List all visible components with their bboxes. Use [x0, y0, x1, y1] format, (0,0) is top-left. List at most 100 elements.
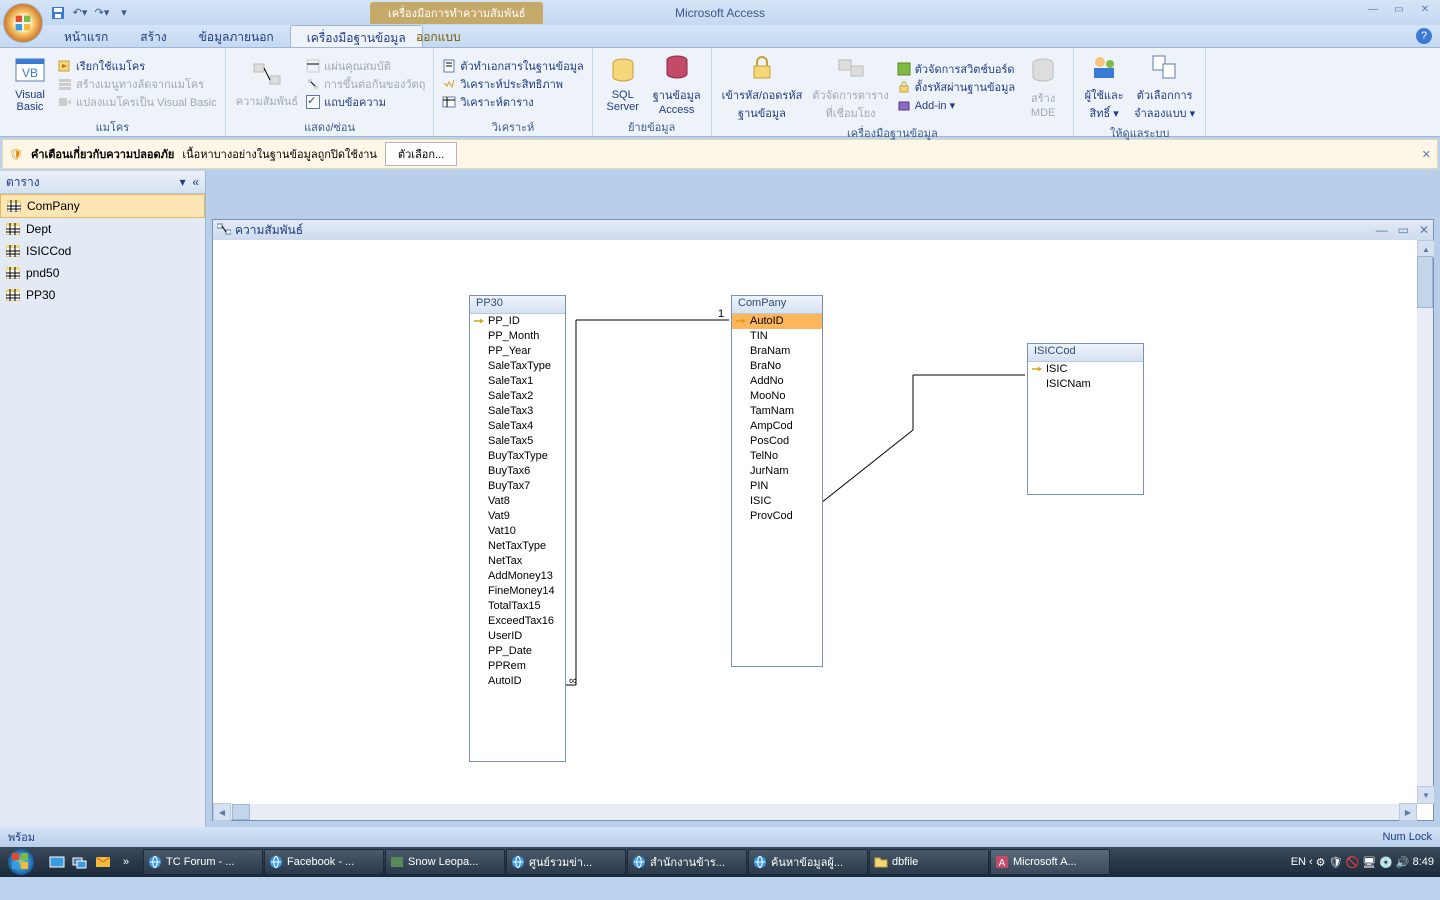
tab-design[interactable]: ออกแบบ — [400, 25, 477, 50]
messagebar-toggle[interactable]: แถบข้อความ — [304, 93, 427, 111]
run-macro-button[interactable]: เรียกใช้แมโคร — [56, 57, 219, 75]
subwin-minimize-icon[interactable]: — — [1376, 223, 1388, 237]
taskbar-item[interactable]: AMicrosoft A... — [990, 849, 1110, 875]
options-button[interactable]: ตัวเลือก... — [385, 142, 457, 166]
field-jurnam[interactable]: JurNam — [732, 464, 822, 479]
scrollbar-horizontal[interactable]: ◀ ▶ — [213, 804, 1417, 820]
field-saletax4[interactable]: SaleTax4 — [470, 419, 565, 434]
qat-customize-icon[interactable]: ▾ — [114, 3, 134, 23]
field-provcod[interactable]: ProvCod — [732, 509, 822, 524]
field-pp_year[interactable]: PP_Year — [470, 344, 565, 359]
field-saletaxtype[interactable]: SaleTaxType — [470, 359, 565, 374]
replication-button[interactable]: ตัวเลือกการ จำลองแบบ ▾ — [1130, 50, 1199, 124]
nav-item-pp30[interactable]: PP30 — [0, 284, 205, 306]
tray-icon[interactable]: 🛡 — [1329, 856, 1343, 869]
scrollbar-vertical[interactable]: ▲ ▼ — [1417, 240, 1433, 804]
tray-icon[interactable]: 🖥 — [1362, 856, 1376, 869]
taskbar-item[interactable]: Snow Leopa... — [385, 849, 505, 875]
field-buytax6[interactable]: BuyTax6 — [470, 464, 565, 479]
field-pp_month[interactable]: PP_Month — [470, 329, 565, 344]
field-autoid[interactable]: AutoID — [470, 674, 565, 689]
nav-item-isiccod[interactable]: ISICCod — [0, 240, 205, 262]
field-isicnam[interactable]: ISICNam — [1028, 377, 1143, 392]
field-pin[interactable]: PIN — [732, 479, 822, 494]
dropdown-icon[interactable]: ▾ — [180, 175, 186, 189]
restore-button[interactable]: ▭ — [1386, 0, 1412, 18]
taskbar-item[interactable]: Facebook - ... — [264, 849, 384, 875]
subwin-restore-icon[interactable]: ▭ — [1398, 223, 1409, 237]
field-saletax2[interactable]: SaleTax2 — [470, 389, 565, 404]
field-pprem[interactable]: PPRem — [470, 659, 565, 674]
taskbar-item[interactable]: dbfile — [869, 849, 989, 875]
db-password-button[interactable]: ตั้งรหัสผ่านฐานข้อมูล — [895, 78, 1017, 96]
switchboard-button[interactable]: ตัวจัดการสวิตช์บอร์ด — [895, 60, 1017, 78]
field-telno[interactable]: TelNo — [732, 449, 822, 464]
taskbar-item[interactable]: ศูนย์รวมข่า... — [506, 849, 626, 875]
field-exceedtax16[interactable]: ExceedTax16 — [470, 614, 565, 629]
encrypt-button[interactable]: เข้ารหัส/ถอดรหัส ฐานข้อมูล — [718, 50, 807, 124]
field-finemoney14[interactable]: FineMoney14 — [470, 584, 565, 599]
field-moono[interactable]: MooNo — [732, 389, 822, 404]
field-isic[interactable]: ISIC — [1028, 362, 1143, 377]
nav-item-pnd50[interactable]: pnd50 — [0, 262, 205, 284]
field-pp_date[interactable]: PP_Date — [470, 644, 565, 659]
field-vat8[interactable]: Vat8 — [470, 494, 565, 509]
field-totaltax15[interactable]: TotalTax15 — [470, 599, 565, 614]
addins-button[interactable]: Add-in ▾ — [895, 96, 1017, 114]
office-button[interactable] — [3, 3, 43, 43]
tab-create[interactable]: สร้าง — [124, 25, 182, 47]
field-brano[interactable]: BraNo — [732, 359, 822, 374]
perf-analyze-button[interactable]: วิเคราะห์ประสิทธิภาพ — [440, 75, 585, 93]
field-poscod[interactable]: PosCod — [732, 434, 822, 449]
field-saletax3[interactable]: SaleTax3 — [470, 404, 565, 419]
volume-icon[interactable]: 🔊 — [1396, 856, 1410, 869]
subwin-close-icon[interactable]: ✕ — [1419, 223, 1429, 237]
field-pp_id[interactable]: PP_ID — [470, 314, 565, 329]
ql-more-icon[interactable]: » — [115, 851, 137, 873]
switch-windows-icon[interactable] — [69, 851, 91, 873]
field-nettaxtype[interactable]: NetTaxType — [470, 539, 565, 554]
clock[interactable]: 8:49 — [1413, 856, 1434, 868]
field-buytaxtype[interactable]: BuyTaxType — [470, 449, 565, 464]
lang-indicator[interactable]: EN — [1291, 856, 1306, 868]
msgbar-close-icon[interactable]: ✕ — [1422, 148, 1431, 161]
tray-expand-icon[interactable]: ‹ — [1309, 856, 1313, 868]
tray-icon[interactable]: ⚙ — [1316, 856, 1326, 869]
field-branam[interactable]: BraNam — [732, 344, 822, 359]
field-tamnam[interactable]: TamNam — [732, 404, 822, 419]
tray-icon[interactable]: 💿 — [1379, 856, 1393, 869]
field-vat9[interactable]: Vat9 — [470, 509, 565, 524]
field-isic[interactable]: ISIC — [732, 494, 822, 509]
tray-icon[interactable]: 🚫 — [1346, 856, 1360, 869]
field-tin[interactable]: TIN — [732, 329, 822, 344]
nav-header[interactable]: ตาราง ▾ « — [0, 171, 205, 194]
table-pp30[interactable]: PP30 PP_IDPP_MonthPP_YearSaleTaxTypeSale… — [469, 295, 566, 762]
field-nettax[interactable]: NetTax — [470, 554, 565, 569]
field-addmoney13[interactable]: AddMoney13 — [470, 569, 565, 584]
outlook-icon[interactable] — [92, 851, 114, 873]
field-saletax5[interactable]: SaleTax5 — [470, 434, 565, 449]
relationship-canvas[interactable]: 1 ∞ PP30 PP_IDPP_MonthPP_YearSaleTaxType… — [213, 240, 1417, 804]
show-desktop-icon[interactable] — [46, 851, 68, 873]
tab-external[interactable]: ข้อมูลภายนอก — [183, 25, 290, 47]
tab-home[interactable]: หน้าแรก — [48, 25, 124, 47]
redo-icon[interactable]: ↷▾ — [92, 3, 112, 23]
help-icon[interactable]: ? — [1416, 28, 1432, 44]
nav-item-dept[interactable]: Dept — [0, 218, 205, 240]
table-analyze-button[interactable]: วิเคราะห์ตาราง — [440, 93, 585, 111]
field-autoid[interactable]: AutoID — [732, 314, 822, 329]
minimize-button[interactable]: — — [1360, 0, 1386, 18]
close-button[interactable]: ✕ — [1412, 0, 1438, 18]
collapse-icon[interactable]: « — [192, 175, 199, 189]
field-ampcod[interactable]: AmpCod — [732, 419, 822, 434]
users-perms-button[interactable]: ผู้ใช้และ สิทธิ์ ▾ — [1080, 50, 1128, 124]
taskbar-item[interactable]: ค้นหาข้อมูลผู้... — [748, 849, 868, 875]
documenter-button[interactable]: ตัวทำเอกสารในฐานข้อมูล — [440, 57, 585, 75]
field-saletax1[interactable]: SaleTax1 — [470, 374, 565, 389]
field-userid[interactable]: UserID — [470, 629, 565, 644]
taskbar-item[interactable]: สำนักงานข้าร... — [627, 849, 747, 875]
taskbar-item[interactable]: TC Forum - ... — [143, 849, 263, 875]
visual-basic-button[interactable]: VBVisual Basic — [6, 53, 54, 115]
field-buytax7[interactable]: BuyTax7 — [470, 479, 565, 494]
table-isiccod[interactable]: ISICCod ISICISICNam — [1027, 343, 1144, 495]
